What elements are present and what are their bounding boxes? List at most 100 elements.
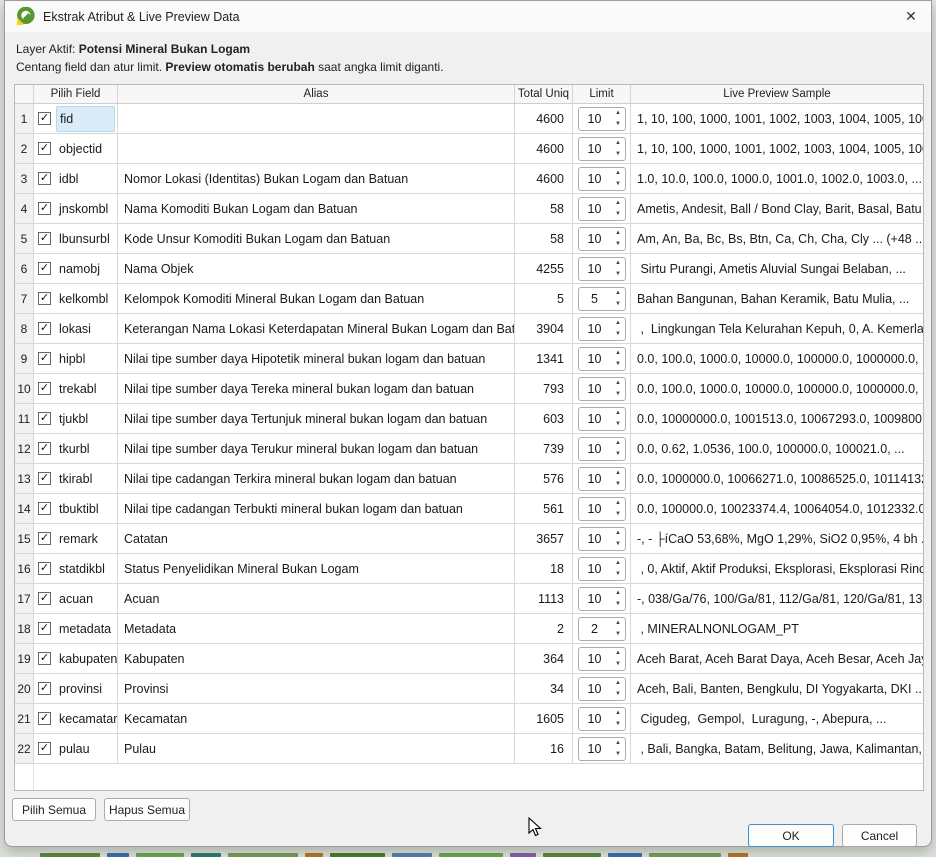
limit-spinbox[interactable]: 10 ▲ ▼	[578, 707, 626, 731]
header-alias[interactable]: Alias	[118, 85, 515, 103]
spin-up-icon[interactable]: ▲	[612, 738, 625, 749]
spin-up-icon[interactable]: ▲	[612, 528, 625, 539]
field-checkbox[interactable]: ✓	[38, 202, 51, 215]
field-checkbox[interactable]: ✓	[38, 172, 51, 185]
limit-spinbox[interactable]: 10 ▲ ▼	[578, 647, 626, 671]
alias-cell[interactable]: Pulau	[118, 734, 515, 763]
limit-value[interactable]: 10	[579, 258, 612, 280]
field-checkbox[interactable]: ✓	[38, 232, 51, 245]
limit-value[interactable]: 10	[579, 438, 612, 460]
field-checkbox[interactable]: ✓	[38, 712, 51, 725]
ok-button[interactable]: OK	[748, 824, 834, 847]
limit-value[interactable]: 10	[579, 318, 612, 340]
alias-cell[interactable]: Status Penyelidikan Mineral Bukan Logam	[118, 554, 515, 583]
alias-cell[interactable]: Nilai tipe cadangan Terbukti mineral buk…	[118, 494, 515, 523]
limit-spinbox[interactable]: 10 ▲ ▼	[578, 107, 626, 131]
field-checkbox[interactable]: ✓	[38, 382, 51, 395]
field-cell[interactable]: ✓ remark	[34, 524, 118, 553]
alias-cell[interactable]: Acuan	[118, 584, 515, 613]
spin-up-icon[interactable]: ▲	[612, 558, 625, 569]
limit-spinbox[interactable]: 10 ▲ ▼	[578, 347, 626, 371]
alias-cell[interactable]: Kecamatan	[118, 704, 515, 733]
alias-cell[interactable]: Nilai tipe sumber daya Terukur mineral b…	[118, 434, 515, 463]
field-name[interactable]: metadata	[56, 618, 114, 640]
spin-down-icon[interactable]: ▼	[612, 719, 625, 730]
alias-cell[interactable]: Provinsi	[118, 674, 515, 703]
spin-down-icon[interactable]: ▼	[612, 659, 625, 670]
spin-down-icon[interactable]: ▼	[612, 569, 625, 580]
limit-value[interactable]: 10	[579, 198, 612, 220]
field-name[interactable]: jnskombl	[56, 198, 111, 220]
field-cell[interactable]: ✓ kabupaten	[34, 644, 118, 673]
field-checkbox[interactable]: ✓	[38, 652, 51, 665]
field-checkbox[interactable]: ✓	[38, 142, 51, 155]
limit-value[interactable]: 10	[579, 168, 612, 190]
spin-up-icon[interactable]: ▲	[612, 378, 625, 389]
limit-spinbox[interactable]: 2 ▲ ▼	[578, 617, 626, 641]
field-cell[interactable]: ✓ lokasi	[34, 314, 118, 343]
limit-spinbox[interactable]: 10 ▲ ▼	[578, 377, 626, 401]
limit-spinbox[interactable]: 5 ▲ ▼	[578, 287, 626, 311]
spin-down-icon[interactable]: ▼	[612, 269, 625, 280]
spin-up-icon[interactable]: ▲	[612, 588, 625, 599]
limit-value[interactable]: 10	[579, 228, 612, 250]
spin-up-icon[interactable]: ▲	[612, 168, 625, 179]
spin-up-icon[interactable]: ▲	[612, 138, 625, 149]
field-checkbox[interactable]: ✓	[38, 412, 51, 425]
field-checkbox[interactable]: ✓	[38, 532, 51, 545]
spin-up-icon[interactable]: ▲	[612, 198, 625, 209]
spin-up-icon[interactable]: ▲	[612, 318, 625, 329]
field-cell[interactable]: ✓ hipbl	[34, 344, 118, 373]
alias-cell[interactable]	[118, 134, 515, 163]
field-cell[interactable]: ✓ pulau	[34, 734, 118, 763]
spin-down-icon[interactable]: ▼	[612, 179, 625, 190]
field-checkbox[interactable]: ✓	[38, 292, 51, 305]
limit-value[interactable]: 10	[579, 348, 612, 370]
field-checkbox[interactable]: ✓	[38, 502, 51, 515]
field-name[interactable]: kabupaten	[56, 648, 118, 670]
field-cell[interactable]: ✓ provinsi	[34, 674, 118, 703]
limit-value[interactable]: 10	[579, 528, 612, 550]
field-name[interactable]: fid	[56, 106, 115, 132]
limit-value[interactable]: 10	[579, 138, 612, 160]
spin-down-icon[interactable]: ▼	[612, 239, 625, 250]
limit-value[interactable]: 5	[579, 288, 612, 310]
field-checkbox[interactable]: ✓	[38, 592, 51, 605]
limit-value[interactable]: 10	[579, 648, 612, 670]
alias-cell[interactable]: Kabupaten	[118, 644, 515, 673]
limit-spinbox[interactable]: 10 ▲ ▼	[578, 407, 626, 431]
limit-spinbox[interactable]: 10 ▲ ▼	[578, 137, 626, 161]
clear-all-button[interactable]: Hapus Semua	[104, 798, 190, 821]
alias-cell[interactable]: Nilai tipe cadangan Terkira mineral buka…	[118, 464, 515, 493]
field-name[interactable]: tkirabl	[56, 468, 95, 490]
limit-value[interactable]: 10	[579, 708, 612, 730]
spin-down-icon[interactable]: ▼	[612, 599, 625, 610]
limit-value[interactable]: 10	[579, 408, 612, 430]
field-name[interactable]: tbuktibl	[56, 498, 102, 520]
spin-up-icon[interactable]: ▲	[612, 228, 625, 239]
limit-value[interactable]: 10	[579, 588, 612, 610]
alias-cell[interactable]: Kode Unsur Komoditi Bukan Logam dan Batu…	[118, 224, 515, 253]
field-cell[interactable]: ✓ lbunsurbl	[34, 224, 118, 253]
limit-value[interactable]: 10	[579, 558, 612, 580]
alias-cell[interactable]: Nilai tipe sumber daya Tertunjuk mineral…	[118, 404, 515, 433]
limit-spinbox[interactable]: 10 ▲ ▼	[578, 227, 626, 251]
header-pilih-field[interactable]: Pilih Field	[34, 85, 118, 103]
spin-up-icon[interactable]: ▲	[612, 408, 625, 419]
spin-down-icon[interactable]: ▼	[612, 479, 625, 490]
field-cell[interactable]: ✓ statdikbl	[34, 554, 118, 583]
limit-spinbox[interactable]: 10 ▲ ▼	[578, 497, 626, 521]
alias-cell[interactable]: Nilai tipe sumber daya Tereka mineral bu…	[118, 374, 515, 403]
field-name[interactable]: trekabl	[56, 378, 100, 400]
field-name[interactable]: lokasi	[56, 318, 94, 340]
field-cell[interactable]: ✓ trekabl	[34, 374, 118, 403]
limit-value[interactable]: 2	[579, 618, 612, 640]
field-name[interactable]: lbunsurbl	[56, 228, 113, 250]
spin-up-icon[interactable]: ▲	[612, 648, 625, 659]
field-cell[interactable]: ✓ fid	[34, 104, 118, 133]
field-cell[interactable]: ✓ jnskombl	[34, 194, 118, 223]
spin-down-icon[interactable]: ▼	[612, 749, 625, 760]
limit-spinbox[interactable]: 10 ▲ ▼	[578, 437, 626, 461]
field-cell[interactable]: ✓ kelkombl	[34, 284, 118, 313]
header-limit[interactable]: Limit	[573, 85, 631, 103]
